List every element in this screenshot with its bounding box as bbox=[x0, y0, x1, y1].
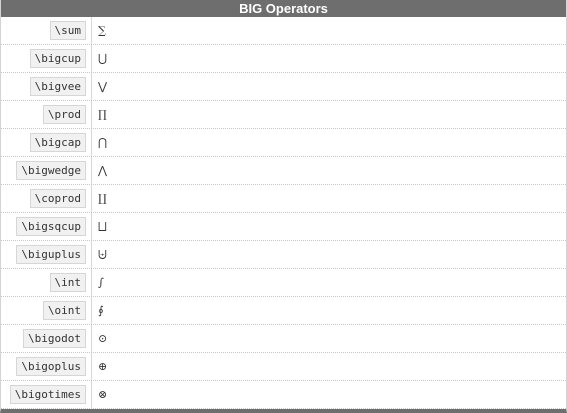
symbol-preview: ∮ bbox=[98, 304, 104, 317]
command-cell: \bigotimes bbox=[1, 381, 92, 408]
command-button[interactable]: \biguplus bbox=[16, 245, 86, 264]
table-row: \coprod ∐ bbox=[1, 185, 566, 213]
command-cell: \bigsqcup bbox=[1, 213, 92, 240]
command-button[interactable]: \oint bbox=[42, 301, 86, 320]
command-button[interactable]: \prod bbox=[42, 105, 86, 124]
symbol-preview: ∐ bbox=[98, 192, 107, 205]
symbol-preview: ⊗ bbox=[98, 388, 108, 401]
symbol-preview: ⋃ bbox=[98, 52, 108, 65]
command-cell: \bigvee bbox=[1, 73, 92, 100]
table-row: \bigcup ⋃ bbox=[1, 45, 566, 73]
table-row: \bigsqcup ⨆ bbox=[1, 213, 566, 241]
command-button[interactable]: \bigvee bbox=[29, 77, 86, 96]
symbol-preview: ⊕ bbox=[98, 360, 108, 373]
table-row: \biguplus ⨄ bbox=[1, 241, 566, 269]
table-row: \bigoplus ⊕ bbox=[1, 353, 566, 381]
operator-table: \sum ∑ \bigcup ⋃ \bigvee ⋁ \prod ∏ \bigc… bbox=[1, 17, 566, 409]
table-row: \bigvee ⋁ bbox=[1, 73, 566, 101]
symbol-preview: ⨆ bbox=[98, 219, 107, 233]
command-cell: \bigoplus bbox=[1, 353, 92, 380]
command-button[interactable]: \bigwedge bbox=[16, 161, 86, 180]
symbol-preview: ∫ bbox=[98, 276, 104, 289]
command-cell: \bigcap bbox=[1, 129, 92, 156]
table-row: \int ∫ bbox=[1, 269, 566, 297]
command-cell: \biguplus bbox=[1, 241, 92, 268]
symbol-preview: ⋂ bbox=[98, 136, 108, 149]
command-button[interactable]: \int bbox=[49, 273, 86, 292]
command-button[interactable]: \bigoplus bbox=[16, 357, 86, 376]
table-row: \bigodot ⊙ bbox=[1, 325, 566, 353]
command-cell: \bigcup bbox=[1, 45, 92, 72]
symbol-preview: ∑ bbox=[98, 24, 106, 37]
table-row: \prod ∏ bbox=[1, 101, 566, 129]
command-button[interactable]: \sum bbox=[49, 21, 86, 40]
table-row: \sum ∑ bbox=[1, 17, 566, 45]
command-cell: \bigwedge bbox=[1, 157, 92, 184]
symbol-preview: ⊙ bbox=[98, 332, 108, 345]
table-row: \bigwedge ⋀ bbox=[1, 157, 566, 185]
symbol-preview: ⋁ bbox=[98, 80, 108, 93]
panel-title: BIG Operators bbox=[1, 0, 566, 17]
command-cell: \coprod bbox=[1, 185, 92, 212]
command-cell: \int bbox=[1, 269, 92, 296]
command-button[interactable]: \coprod bbox=[29, 189, 86, 208]
command-button[interactable]: \bigcup bbox=[29, 49, 86, 68]
symbol-preview: ⨄ bbox=[98, 247, 107, 261]
table-row: \bigcap ⋂ bbox=[1, 129, 566, 157]
command-cell: \prod bbox=[1, 101, 92, 128]
command-button[interactable]: \bigodot bbox=[23, 329, 86, 348]
command-button[interactable]: \bigotimes bbox=[9, 385, 86, 404]
symbol-preview: ⋀ bbox=[98, 164, 108, 177]
big-operators-panel: BIG Operators \sum ∑ \bigcup ⋃ \bigvee ⋁… bbox=[0, 0, 567, 413]
command-button[interactable]: \bigcap bbox=[29, 133, 86, 152]
table-row: \oint ∮ bbox=[1, 297, 566, 325]
command-cell: \bigodot bbox=[1, 325, 92, 352]
symbol-preview: ∏ bbox=[98, 108, 107, 121]
command-cell: \sum bbox=[1, 17, 92, 44]
command-cell: \oint bbox=[1, 297, 92, 324]
table-row: \bigotimes ⊗ bbox=[1, 381, 566, 409]
command-button[interactable]: \bigsqcup bbox=[16, 217, 86, 236]
